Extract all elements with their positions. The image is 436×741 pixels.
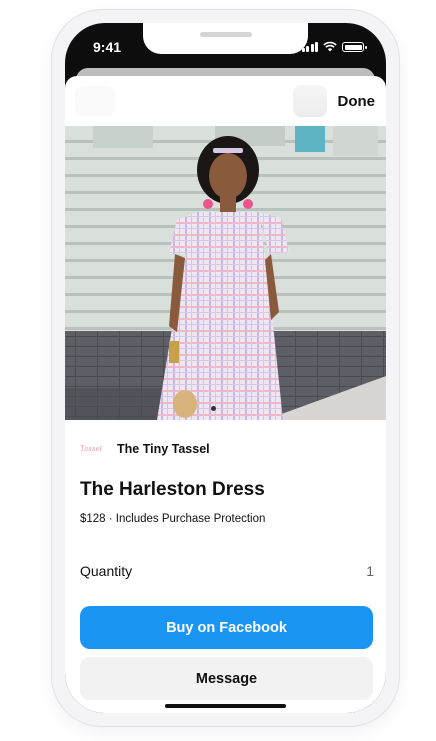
header-placeholder-right xyxy=(293,85,327,117)
status-icons xyxy=(301,41,367,52)
photo-pager xyxy=(211,406,216,411)
signal-icon xyxy=(301,42,318,52)
message-button[interactable]: Message xyxy=(80,657,373,700)
done-button[interactable]: Done xyxy=(338,93,376,110)
seller-row[interactable]: Tassel The Tiny Tassel xyxy=(80,440,210,458)
product-title: The Harleston Dress xyxy=(80,479,265,500)
product-price: $128 · Includes Purchase Protection xyxy=(80,513,266,525)
wifi-icon xyxy=(323,41,337,52)
seller-name: The Tiny Tassel xyxy=(117,442,210,456)
quantity-value[interactable]: 1 xyxy=(366,563,374,579)
home-indicator[interactable] xyxy=(165,704,286,708)
quantity-label: Quantity xyxy=(80,563,133,579)
product-photo[interactable] xyxy=(65,126,386,420)
phone-frame: 9:41 Done Tassel The Tiny Tassel The Har… xyxy=(52,10,399,726)
status-time: 9:41 xyxy=(93,39,122,55)
speaker xyxy=(200,32,252,37)
product-sheet: Done Tassel The Tiny Tassel The Harlesto… xyxy=(65,76,386,713)
notch xyxy=(143,23,308,54)
sheet-header: Done xyxy=(65,76,386,126)
header-placeholder xyxy=(75,86,115,116)
seller-logo: Tassel xyxy=(80,445,102,453)
phone-bezel: 9:41 Done Tassel The Tiny Tassel The Har… xyxy=(65,23,386,713)
buy-on-facebook-button[interactable]: Buy on Facebook xyxy=(80,606,373,649)
pager-dot-active xyxy=(211,406,216,411)
battery-icon xyxy=(342,42,367,52)
